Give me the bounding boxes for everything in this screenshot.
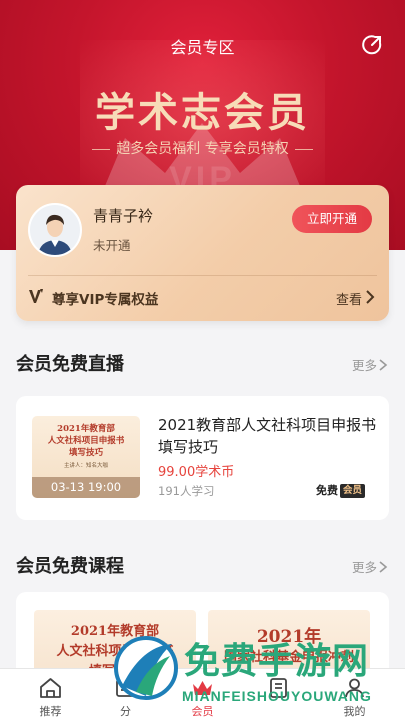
subline-right: 专享会员特权 [204,141,289,157]
tab-member[interactable]: 会员 [162,669,243,720]
crown-icon [193,681,212,695]
open-membership-button[interactable]: 立即开通 [292,205,372,233]
learner-count: 191人学习 [158,484,215,498]
card-divider [28,275,377,276]
thumb-line-1: 2021年教育部 [57,424,115,434]
course-more-link[interactable]: 更多 [352,557,377,576]
profile-icon [345,678,364,698]
course-line-2: 国家社科基金申报冲刺 [223,650,354,665]
tab-study[interactable] [238,669,319,720]
bottom-tab-bar: 推荐 分 会员 我的 [0,668,405,720]
tab-label: 推荐 [39,705,62,718]
thumb-line-3: 填写技巧 [68,448,103,458]
live-date: 03-13 19:00 [32,477,140,498]
live-section-title: 会员免费直播 [16,354,124,375]
user-name: 青青子衿 [93,207,154,225]
page-title: 会员专区 [170,38,235,57]
live-item-card[interactable]: 2021年教育部 人文社科项目申报书 填写技巧 主讲人：知名大咖 03-13 1… [16,396,389,520]
member-card: 青青子衿 未开通 立即开通 尊享VIP专属权益 查看 [16,185,389,321]
share-icon[interactable] [360,33,384,57]
free-label: 免费 [316,484,338,497]
course-line-2: 人文社科项目申报书 [56,644,174,659]
course-section-title: 会员免费课程 [16,556,124,577]
home-icon [40,678,61,698]
chevron-right-icon[interactable] [364,289,376,305]
tab-label: 会员 [191,705,214,718]
course-line-1: 2021年 [256,627,322,647]
subline-left: 超多会员福利 [116,141,201,157]
course-line-1: 2021年教育部 [70,624,160,639]
tab-label: 我的 [343,705,366,718]
category-icon [116,679,135,697]
tab-label: 分 [120,705,131,718]
study-icon [270,678,287,698]
membership-status: 未开通 [93,238,131,253]
hero-headline: 学术志会员 [95,89,310,136]
vip-perks-label: 尊享VIP专属权益 [52,292,159,308]
chevron-right-icon[interactable] [378,357,388,371]
vip-v-icon [28,287,44,305]
member-tag: 会员 [340,484,366,498]
live-price: 99.00学术币 [158,465,235,480]
live-title[interactable]: 2021教育部人文社科项目申报书填写技巧 [158,414,378,458]
member-free-badge: 免费 会员 [316,483,366,499]
tab-recommend[interactable]: 推荐 [10,669,91,720]
avatar[interactable] [28,203,82,257]
view-perks-link[interactable]: 查看 [336,289,362,308]
subline-dash-right [294,148,313,150]
subline-dash-left [92,148,111,150]
chevron-right-icon[interactable] [378,559,388,573]
live-more-link[interactable]: 更多 [352,355,377,374]
hero-subline: 超多会员福利 专享会员特权 [0,138,405,158]
thumb-speaker: 主讲人：知名大咖 [63,463,108,469]
tab-category[interactable]: 分 [85,669,166,720]
thumb-line-2: 人文社科项目申报书 [47,436,125,446]
live-thumbnail[interactable]: 2021年教育部 人文社科项目申报书 填写技巧 主讲人：知名大咖 03-13 1… [32,416,140,498]
tab-profile[interactable]: 我的 [314,669,395,720]
